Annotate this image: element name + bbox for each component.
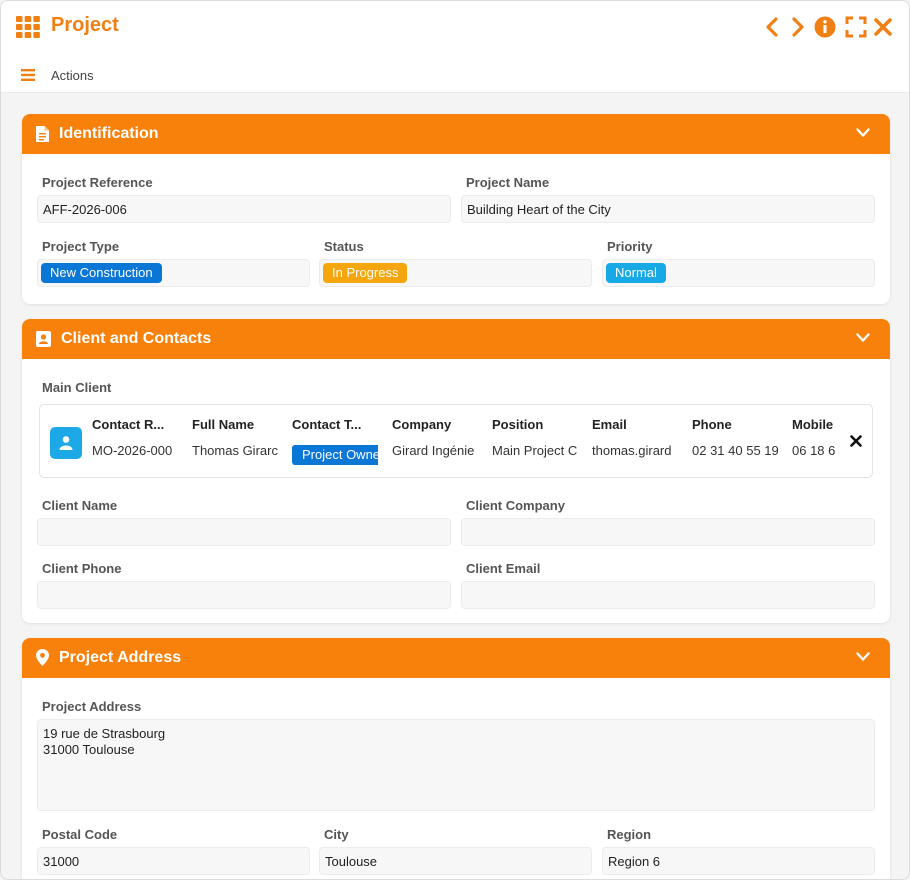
project-reference-field[interactable]: AFF-2026-006 <box>37 195 451 223</box>
chevron-down-icon[interactable] <box>856 128 870 138</box>
postal-code-field[interactable]: 31000 <box>37 847 310 875</box>
contact-col-header: Position <box>492 417 544 432</box>
identification-section: Identification Project Reference AFF-202… <box>22 114 890 304</box>
project-window: Project Actions Identification Project R… <box>0 0 910 880</box>
title-bar: Project <box>1 1 909 57</box>
project-address-header[interactable]: Project Address <box>22 638 890 678</box>
contact-reference: MO-2026-000 <box>92 443 173 458</box>
client-name-field[interactable] <box>37 518 451 546</box>
client-phone-label: Client Phone <box>42 561 122 576</box>
chevron-down-icon[interactable] <box>856 333 870 343</box>
city-label: City <box>324 827 349 842</box>
chevron-right-icon[interactable] <box>785 15 809 39</box>
client-company-label: Client Company <box>466 498 565 513</box>
status-badge: In Progress <box>323 263 408 283</box>
priority-label: Priority <box>607 239 653 254</box>
project-name-field[interactable]: Building Heart of the City <box>461 195 875 223</box>
project-reference-label: Project Reference <box>42 175 153 190</box>
status-select[interactable]: In Progress <box>319 259 592 287</box>
close-icon[interactable] <box>871 15 895 39</box>
contact-col-header: Full Name <box>192 417 255 432</box>
client-company-field[interactable] <box>461 518 875 546</box>
contact-email: thomas.girard <box>592 443 672 458</box>
fullscreen-icon[interactable] <box>844 15 868 39</box>
project-type-select[interactable]: New Construction <box>37 259 310 287</box>
grid-icon <box>16 16 40 38</box>
main-client-label: Main Client <box>42 380 112 395</box>
section-title: Project Address <box>59 649 182 666</box>
region-field[interactable]: Region 6 <box>602 847 875 875</box>
remove-contact-icon[interactable] <box>850 435 862 447</box>
identification-header[interactable]: Identification <box>22 114 890 154</box>
user-icon <box>59 436 73 450</box>
document-icon <box>36 126 49 142</box>
contact-col-header: Contact R... <box>92 417 165 432</box>
section-title: Client and Contacts <box>61 330 212 347</box>
project-type-badge: New Construction <box>41 263 162 283</box>
priority-badge: Normal <box>606 263 666 283</box>
contact-col-header: Mobile <box>792 417 834 432</box>
chevron-down-icon[interactable] <box>856 652 870 662</box>
hamburger-menu-icon[interactable] <box>21 69 35 81</box>
project-name-label: Project Name <box>466 175 550 190</box>
client-email-label: Client Email <box>466 561 541 576</box>
contact-mobile: 06 18 6 <box>792 443 836 458</box>
project-address-textarea[interactable]: 19 rue de Strasbourg 31000 Toulouse <box>37 719 875 811</box>
actions-menu-button[interactable]: Actions <box>51 68 94 83</box>
contact-phone: 02 31 40 55 19 <box>692 443 778 458</box>
contact-company: Girard Ingénie <box>392 443 475 458</box>
contact-col-header: Contact T... <box>292 417 362 432</box>
map-pin-icon <box>36 649 49 666</box>
project-type-label: Project Type <box>42 239 120 254</box>
info-icon[interactable] <box>813 15 837 39</box>
status-label: Status <box>324 239 364 254</box>
client-contacts-header[interactable]: Client and Contacts <box>22 319 890 359</box>
project-address-section: Project Address Project Address 19 rue d… <box>22 638 890 879</box>
contact-type-badge: Project Owne <box>292 445 378 465</box>
city-field[interactable]: Toulouse <box>319 847 592 875</box>
priority-select[interactable]: Normal <box>602 259 875 287</box>
contact-position: Main Project C <box>492 443 578 458</box>
chevron-left-icon[interactable] <box>761 15 785 39</box>
client-phone-field[interactable] <box>37 581 451 609</box>
contact-col-header: Phone <box>692 417 732 432</box>
postal-code-label: Postal Code <box>42 827 118 842</box>
contact-col-header: Company <box>392 417 452 432</box>
contact-col-header: Email <box>592 417 627 432</box>
client-contacts-section: Client and Contacts Main Client Contact … <box>22 319 890 623</box>
contact-card-icon <box>36 331 51 347</box>
region-label: Region <box>607 827 652 842</box>
project-address-label: Project Address <box>42 699 142 714</box>
client-email-field[interactable] <box>461 581 875 609</box>
actions-menu-bar: Actions <box>1 57 909 93</box>
section-title: Identification <box>59 125 159 142</box>
contact-avatar <box>50 427 82 459</box>
main-client-contact-card[interactable]: Contact R... Full Name Contact T... Comp… <box>39 404 873 478</box>
window-title: Project <box>51 14 119 36</box>
client-name-label: Client Name <box>42 498 118 513</box>
contact-full-name: Thomas Girarc <box>192 443 278 458</box>
